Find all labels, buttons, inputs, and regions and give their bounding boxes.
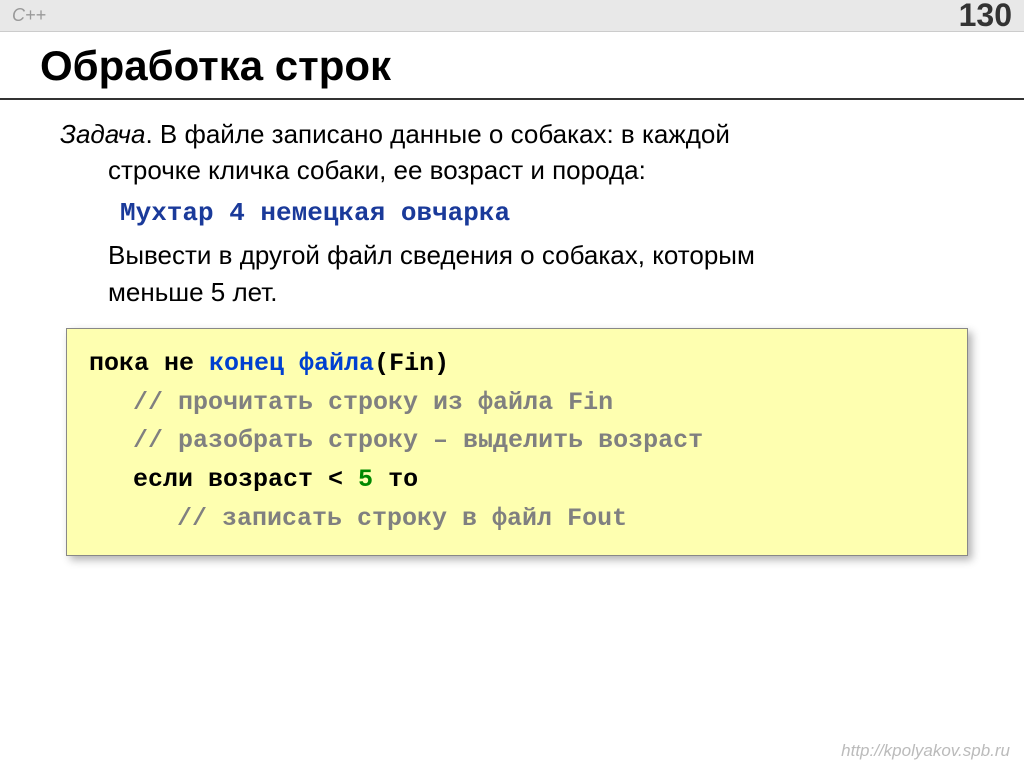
code-keyword: конец файла [209, 349, 374, 378]
code-comment-line-2: // прочитать строку из файла Fin [89, 384, 945, 423]
code-comment-line-5: // записать строку в файл Fout [89, 500, 945, 539]
task-text-2b: меньше 5 лет. [60, 274, 974, 310]
slide-title: Обработка строк [0, 32, 1024, 100]
task-code-example: Мухтар 4 немецкая овчарка [60, 195, 974, 231]
code-text: пока не [89, 349, 209, 378]
page-number: 130 [959, 0, 1012, 34]
pseudocode-box: пока не конец файла(Fin) // прочитать ст… [66, 328, 968, 556]
header-bar: C++ 130 [0, 0, 1024, 32]
code-text: то [373, 465, 418, 494]
code-line-4: если возраст < 5 то [89, 461, 945, 500]
code-comment-line-3: // разобрать строку – выделить возраст [89, 422, 945, 461]
header-language: C++ [12, 5, 46, 26]
task-label: Задача [60, 119, 145, 149]
task-text-1a: . В файле записано данные о собаках: в к… [145, 119, 729, 149]
footer-url: http://kpolyakov.spb.ru [841, 741, 1010, 761]
task-text-1b: строчке кличка собаки, ее возраст и поро… [60, 152, 974, 188]
task-description: Задача. В файле записано данные о собака… [60, 116, 974, 310]
code-line-1: пока не конец файла(Fin) [89, 345, 945, 384]
code-number: 5 [358, 465, 373, 494]
code-text: (Fin) [374, 349, 449, 378]
task-text-2a: Вывести в другой файл сведения о собаках… [60, 237, 974, 273]
content-area: Задача. В файле записано данные о собака… [0, 100, 1024, 556]
code-text: если возраст < [133, 465, 358, 494]
